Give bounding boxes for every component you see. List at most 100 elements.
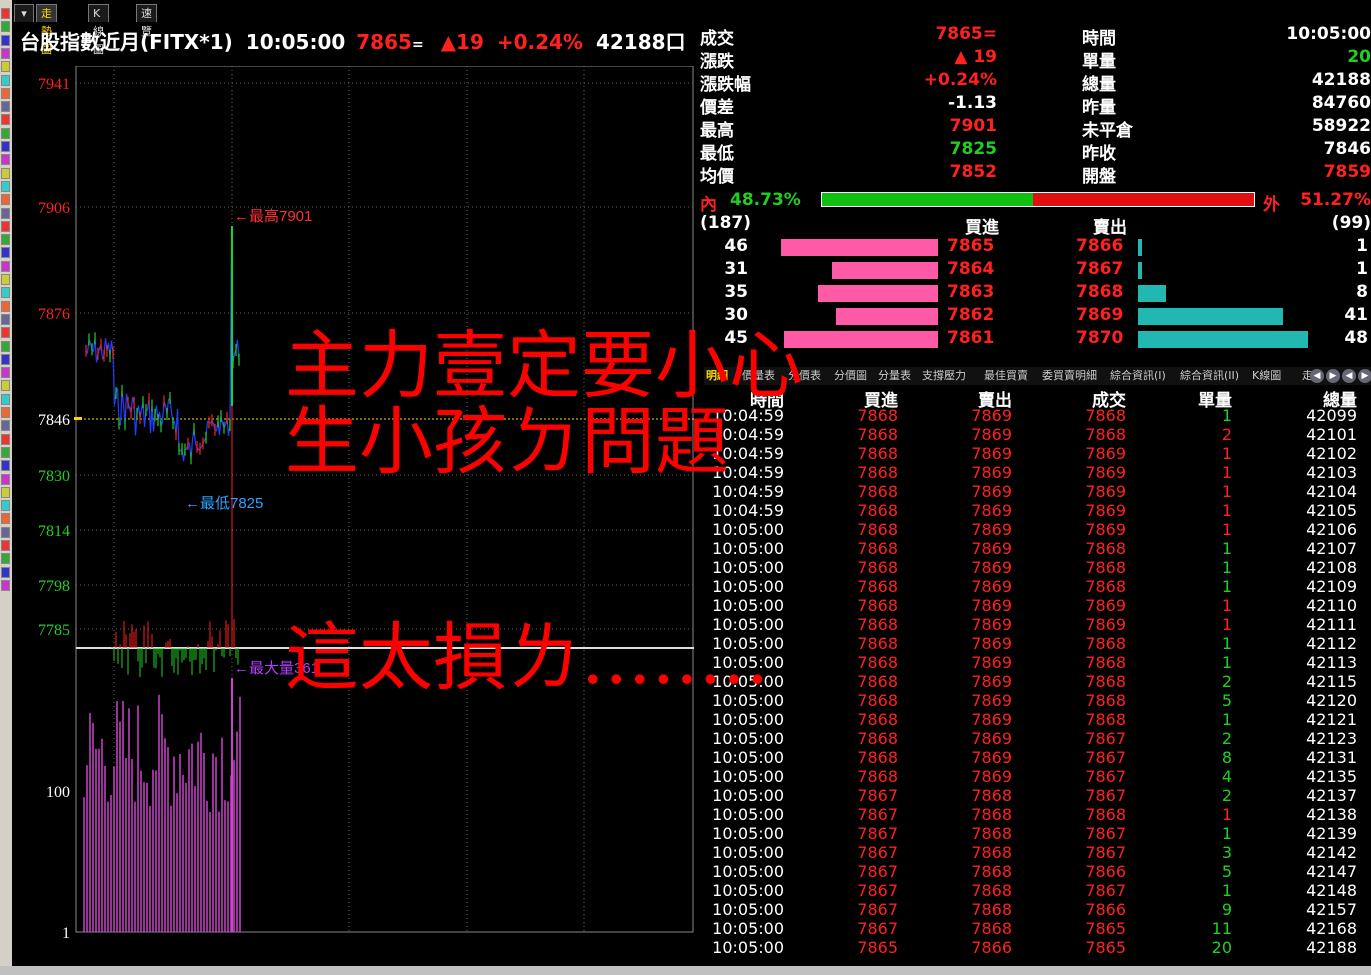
toolbar-icon[interactable] bbox=[1, 167, 10, 179]
detail-tab[interactable]: K線圖 bbox=[1252, 367, 1281, 385]
tick-cell: 42111 bbox=[1306, 615, 1357, 634]
dropdown-icon[interactable]: ▾ bbox=[14, 4, 34, 22]
detail-tab[interactable]: 最佳買賣 bbox=[984, 367, 1028, 385]
quote-time: 10:05:00 bbox=[245, 30, 346, 54]
tick-cell: 7869 bbox=[1085, 463, 1126, 482]
tick-cell: 42110 bbox=[1306, 596, 1357, 615]
toolbar-icon[interactable] bbox=[1, 473, 10, 485]
toolbar-icon[interactable] bbox=[1, 313, 10, 325]
toolbar-icon[interactable] bbox=[1, 446, 10, 458]
tick-cell: 7868 bbox=[857, 691, 898, 710]
tick-cell: 7868 bbox=[857, 729, 898, 748]
toolbar-icon[interactable] bbox=[1, 21, 10, 33]
quote-change: ▲19 bbox=[440, 30, 484, 54]
tick-cell: 1 bbox=[1221, 634, 1232, 653]
toolbar-icon[interactable] bbox=[1, 327, 10, 339]
bid-bar bbox=[818, 285, 938, 302]
tick-cell: 1 bbox=[1221, 444, 1232, 463]
scroll-arrow-icon[interactable]: ▶ bbox=[1326, 369, 1340, 383]
toolbar-icon[interactable] bbox=[1, 61, 10, 73]
detail-tab[interactable]: 綜合資訊(I) bbox=[1110, 367, 1166, 385]
tick-cell: 10:05:00 bbox=[712, 520, 784, 539]
stat-value: 7846 bbox=[1323, 139, 1371, 159]
ask-price: 7869 bbox=[1076, 305, 1124, 325]
toolbar-icon[interactable] bbox=[1, 127, 10, 139]
toolbar-icon[interactable] bbox=[1, 393, 10, 405]
tab-trend[interactable]: 走勢圖 bbox=[36, 4, 57, 56]
tick-cell: 7869 bbox=[971, 767, 1012, 786]
detail-tab[interactable]: 分量表 bbox=[878, 367, 911, 385]
tick-cell: 7868 bbox=[1085, 653, 1126, 672]
tick-cell: 7867 bbox=[1085, 767, 1126, 786]
tick-cell: 42099 bbox=[1306, 406, 1357, 425]
tick-cell: 7868 bbox=[857, 463, 898, 482]
toolbar-icon[interactable] bbox=[1, 500, 10, 512]
bid-bar bbox=[780, 239, 938, 256]
scroll-arrow-icon[interactable]: ▶ bbox=[1358, 369, 1371, 383]
toolbar-icon[interactable] bbox=[1, 154, 10, 166]
tick-cell: 10:05:00 bbox=[712, 710, 784, 729]
toolbar-icon[interactable] bbox=[1, 579, 10, 591]
tab-overview[interactable]: 速覽 bbox=[136, 4, 157, 38]
detail-tab[interactable]: 委買賣明細 bbox=[1042, 367, 1097, 385]
toolbar-icon[interactable] bbox=[1, 194, 10, 206]
toolbar-icon[interactable] bbox=[1, 340, 10, 352]
toolbar-icon[interactable] bbox=[1, 274, 10, 285]
toolbar-icon[interactable] bbox=[1, 101, 10, 113]
tab-kline[interactable]: K線圖 bbox=[88, 4, 109, 56]
toolbar-icon[interactable] bbox=[1, 247, 10, 259]
tick-cell: 10:05:00 bbox=[712, 558, 784, 577]
inside-label: 內 bbox=[700, 195, 717, 215]
tick-cell: 10:05:00 bbox=[712, 824, 784, 843]
toolbar-icon[interactable] bbox=[1, 234, 10, 246]
toolbar-icon[interactable] bbox=[1, 367, 10, 379]
tick-cell: 1 bbox=[1221, 482, 1232, 501]
toolbar-icon[interactable] bbox=[1, 420, 10, 432]
toolbar-icon[interactable] bbox=[1, 74, 10, 86]
toolbar-icon[interactable] bbox=[1, 407, 10, 418]
toolbar-icon[interactable] bbox=[1, 553, 10, 565]
intraday-chart[interactable]: 7941790678767846783078147798778510019:00… bbox=[14, 66, 694, 938]
detail-tab[interactable]: 綜合資訊(II) bbox=[1180, 367, 1239, 385]
tick-cell: 10:05:00 bbox=[712, 748, 784, 767]
detail-tab[interactable]: 分價圖 bbox=[834, 367, 867, 385]
tick-cell: 10:05:00 bbox=[712, 729, 784, 748]
toolbar-icon[interactable] bbox=[1, 513, 10, 525]
toolbar-icon[interactable] bbox=[1, 380, 10, 392]
toolbar-icon[interactable] bbox=[1, 287, 10, 299]
toolbar-icon[interactable] bbox=[1, 353, 10, 365]
toolbar-icon[interactable] bbox=[1, 87, 10, 99]
toolbar-icon[interactable] bbox=[1, 141, 10, 152]
stat-label: 最低 bbox=[700, 144, 734, 164]
tick-cell: 7866 bbox=[1085, 862, 1126, 881]
detail-tab[interactable]: 支撐壓力 bbox=[922, 367, 966, 385]
toolbar-icon[interactable] bbox=[1, 207, 10, 219]
toolbar-icon[interactable] bbox=[1, 300, 10, 312]
sell-header: 賣出 bbox=[1093, 218, 1127, 238]
scroll-arrow-icon[interactable]: ◀ bbox=[1310, 369, 1324, 383]
scroll-arrow-icon[interactable]: ◀ bbox=[1342, 369, 1356, 383]
toolbar-icon[interactable] bbox=[1, 47, 10, 59]
toolbar-icon[interactable] bbox=[1, 8, 10, 19]
toolbar-icon[interactable] bbox=[1, 220, 10, 232]
toolbar-icon[interactable] bbox=[1, 460, 10, 472]
toolbar-icon[interactable] bbox=[1, 114, 10, 126]
toolbar-icon[interactable] bbox=[1, 566, 10, 578]
toolbar-icon[interactable] bbox=[1, 540, 10, 551]
tick-cell: 7869 bbox=[971, 444, 1012, 463]
bid-bar bbox=[832, 262, 938, 279]
tick-cell: 7867 bbox=[857, 843, 898, 862]
toolbar-icon[interactable] bbox=[1, 34, 10, 46]
toolbar-icon[interactable] bbox=[1, 433, 10, 445]
price-tick-label: 7785 bbox=[38, 622, 70, 639]
tick-cell: 7868 bbox=[1085, 634, 1126, 653]
toolbar-icon[interactable] bbox=[1, 526, 10, 538]
toolbar-icon[interactable] bbox=[1, 486, 10, 498]
toolbar-icon[interactable] bbox=[1, 180, 10, 192]
tick-cell: 1 bbox=[1221, 558, 1232, 577]
toolbar-icon[interactable] bbox=[1, 260, 10, 272]
tick-cell: 7867 bbox=[1085, 748, 1126, 767]
tick-cell: 10:05:00 bbox=[712, 786, 784, 805]
bid-price: 7865 bbox=[947, 236, 995, 256]
stat-value: 10:05:00 bbox=[1286, 24, 1371, 44]
